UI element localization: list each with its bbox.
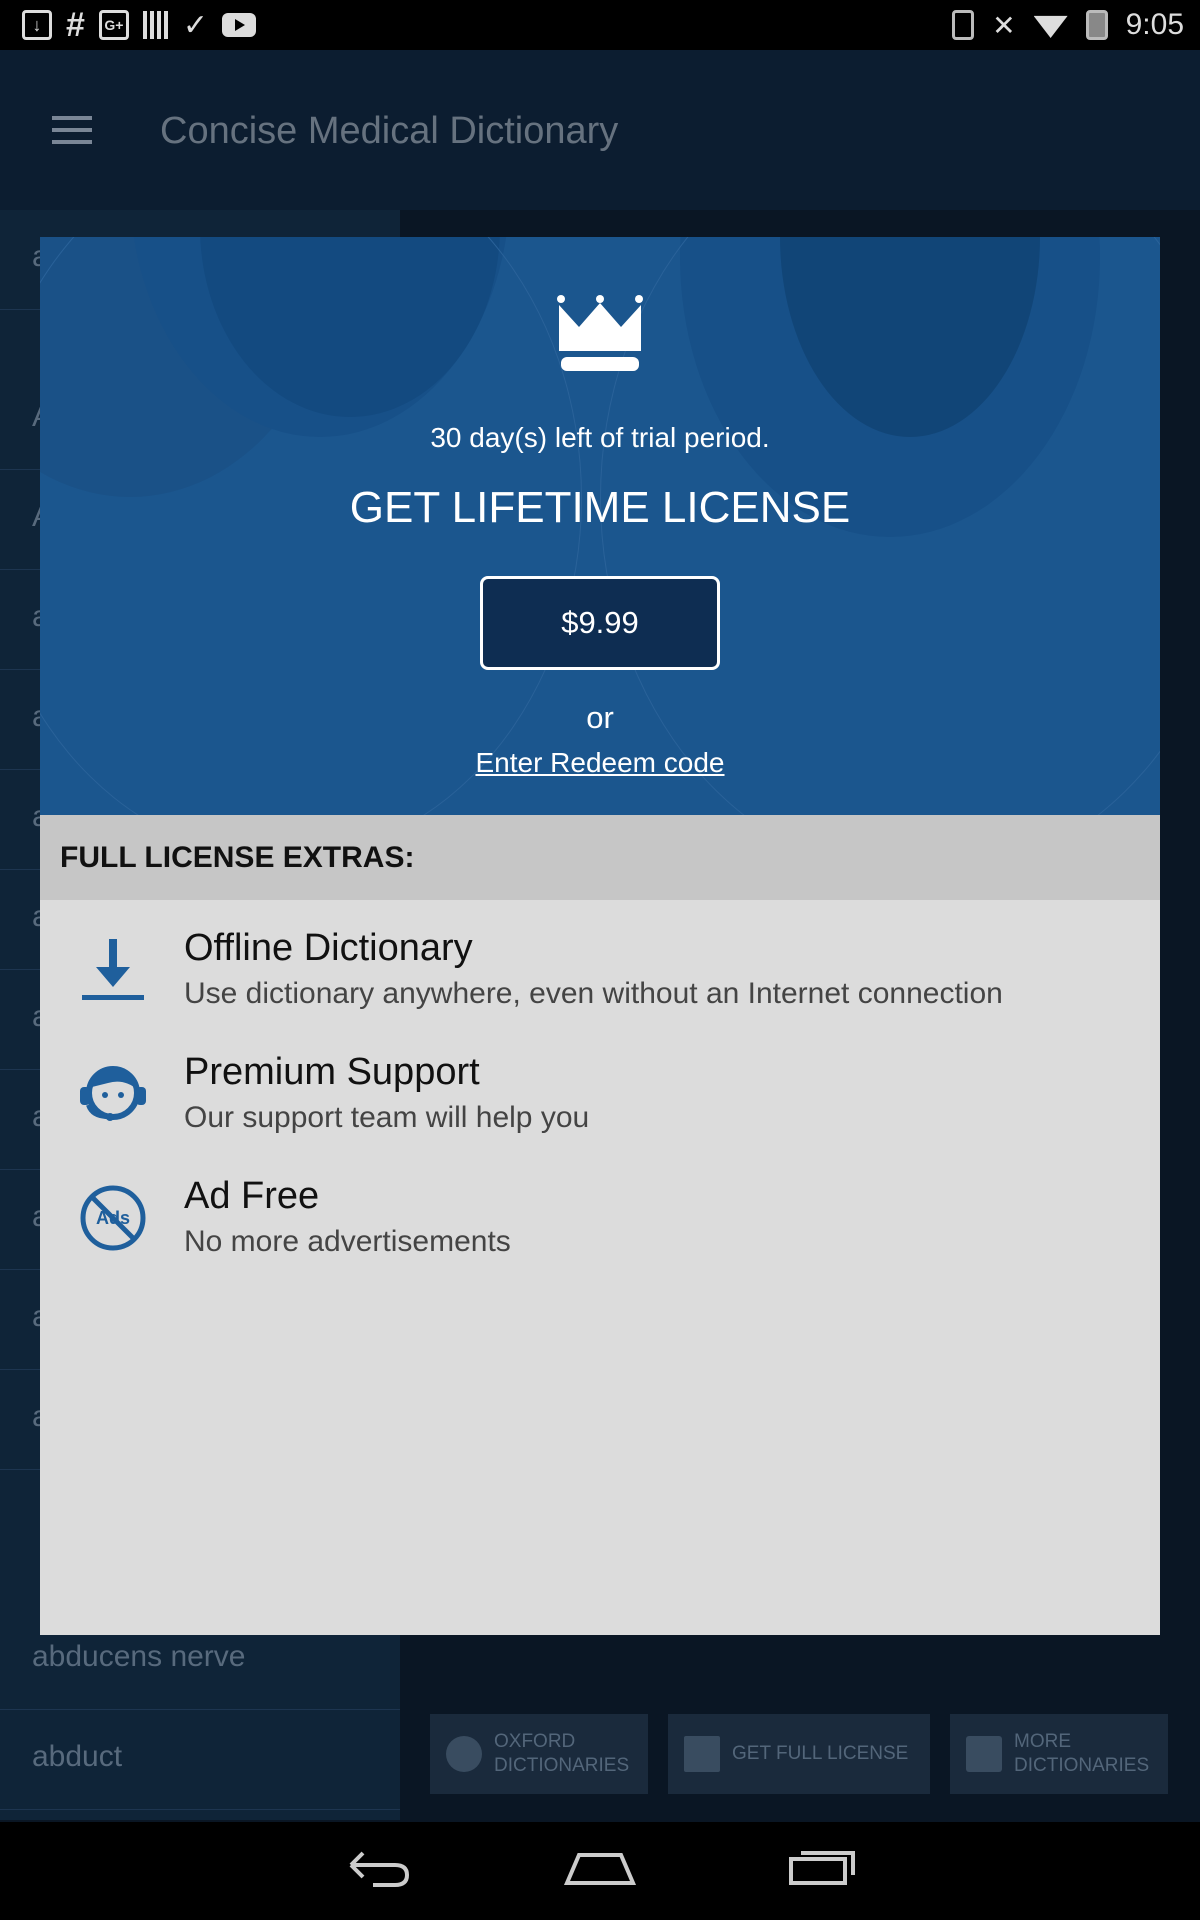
- notification-icons: ↓ # G+ ✓: [0, 5, 257, 45]
- redeem-code-link-text[interactable]: Enter Redeem code: [475, 747, 724, 778]
- oxford-dictionaries-button[interactable]: OXFORD DICTIONARIES: [430, 1714, 648, 1794]
- get-full-license-button[interactable]: GET FULL LICENSE: [668, 1714, 930, 1794]
- bag-icon: [966, 1736, 1002, 1772]
- navigation-bar: [0, 1822, 1200, 1920]
- button-label: OXFORD DICTIONARIES: [494, 1731, 630, 1776]
- feature-title: Offline Dictionary: [184, 927, 473, 969]
- wifi-icon: [1033, 15, 1068, 38]
- redeem-code-link: Enter Redeem code: [40, 747, 1160, 779]
- system-icons: ✕ 9:05: [952, 8, 1200, 42]
- buy-license-button[interactable]: $9.99: [480, 576, 720, 670]
- list-item[interactable]: abduct: [0, 1710, 400, 1810]
- button-label: MORE DICTIONARIES: [1014, 1731, 1150, 1776]
- list-item-label: abducens nerve: [32, 1640, 246, 1673]
- status-bar: ↓ # G+ ✓ ✕ 9:05: [0, 0, 1200, 50]
- license-dialog: 30 day(s) left of trial period. GET LIFE…: [40, 237, 1160, 1635]
- no-ads-icon: Ads: [80, 1185, 146, 1251]
- feature-description: Our support team will help you: [184, 1101, 590, 1134]
- recents-icon[interactable]: [787, 1844, 857, 1898]
- feature-premium-support: Premium Support Our support team will he…: [40, 1051, 1160, 1161]
- feature-description: No more advertisements: [184, 1225, 511, 1258]
- more-dictionaries-button[interactable]: MORE DICTIONARIES: [950, 1714, 1168, 1794]
- youtube-icon: [222, 13, 257, 37]
- extras-header: FULL LICENSE EXTRAS:: [40, 815, 1160, 900]
- download-icon: ↓: [22, 10, 52, 40]
- bluetooth-icon: [952, 10, 975, 40]
- app-title: Concise Medical Dictionary: [160, 110, 619, 152]
- crown-icon: [684, 1736, 720, 1772]
- google-plus-icon: G+: [98, 10, 129, 40]
- menu-icon[interactable]: [52, 116, 92, 144]
- battery-icon: [1085, 10, 1108, 40]
- feature-title: Premium Support: [184, 1051, 480, 1093]
- or-separator: or: [586, 700, 614, 735]
- trial-period-text: 30 day(s) left of trial period.: [430, 422, 770, 453]
- support-agent-icon: [80, 1066, 146, 1121]
- license-title: GET LIFETIME LICENSE: [349, 483, 851, 532]
- feature-title: Ad Free: [184, 1175, 320, 1217]
- feature-ad-free: Ads Ad Free No more advertisements: [40, 1175, 1160, 1285]
- back-icon[interactable]: [343, 1844, 413, 1898]
- feature-offline-dictionary: Offline Dictionary Use dictionary anywhe…: [40, 927, 1160, 1037]
- feature-description: Use dictionary anywhere, even without an…: [184, 977, 1003, 1010]
- home-icon[interactable]: [563, 1844, 637, 1898]
- download-icon: [82, 939, 144, 1000]
- mute-icon: ✕: [992, 9, 1016, 41]
- svg-text:Ads: Ads: [96, 1208, 130, 1228]
- clock: 9:05: [1125, 8, 1184, 41]
- globe-icon: [446, 1736, 482, 1772]
- hashtag-icon: #: [66, 5, 85, 44]
- task-icon: ✓: [182, 8, 209, 42]
- barcode-icon: [142, 11, 169, 39]
- app-bar: Concise Medical Dictionary: [0, 50, 1200, 210]
- button-label: GET FULL LICENSE: [732, 1743, 909, 1764]
- bottom-actions: OXFORD DICTIONARIES GET FULL LICENSE MOR…: [430, 1714, 1168, 1794]
- list-item-label: abduct: [32, 1740, 123, 1773]
- license-hero: 30 day(s) left of trial period. GET LIFE…: [40, 237, 1160, 815]
- crown-icon: [557, 295, 643, 371]
